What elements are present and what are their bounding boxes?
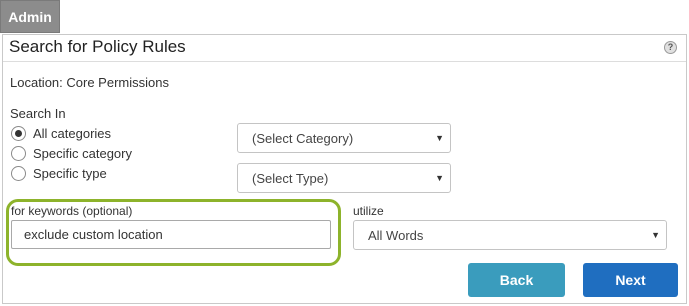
- radio-label: Specific type: [33, 166, 107, 181]
- radio-label: Specific category: [33, 146, 132, 161]
- next-button-label: Next: [615, 272, 646, 288]
- radio-button[interactable]: [11, 146, 26, 161]
- search-panel: Search for Policy Rules ? Location: Core…: [2, 34, 687, 304]
- back-button-label: Back: [499, 272, 534, 288]
- admin-tab-label: Admin: [8, 8, 52, 25]
- category-select-value: (Select Category): [252, 130, 354, 146]
- help-icon[interactable]: ?: [664, 41, 677, 54]
- next-button[interactable]: Next: [583, 263, 678, 297]
- admin-tab[interactable]: Admin: [0, 0, 60, 33]
- radio-button[interactable]: [11, 166, 26, 181]
- utilize-select-value: All Words: [368, 227, 424, 243]
- radio-specific-type[interactable]: Specific type: [11, 166, 107, 181]
- radio-specific-category[interactable]: Specific category: [11, 146, 132, 161]
- page-title: Search for Policy Rules: [9, 37, 186, 56]
- back-button[interactable]: Back: [468, 263, 565, 297]
- utilize-select[interactable]: All Words ▼: [353, 220, 667, 250]
- utilize-label: utilize: [353, 204, 384, 218]
- type-select-value: (Select Type): [252, 170, 329, 186]
- keywords-label: for keywords (optional): [11, 204, 133, 218]
- chevron-down-icon: ▼: [651, 230, 660, 240]
- panel-header: Search for Policy Rules ?: [3, 35, 686, 61]
- category-select[interactable]: (Select Category) ▼: [237, 123, 451, 153]
- header-divider: [3, 61, 686, 62]
- type-select[interactable]: (Select Type) ▼: [237, 163, 451, 193]
- radio-all-categories[interactable]: All categories: [11, 126, 111, 141]
- help-glyph: ?: [667, 42, 674, 52]
- search-in-label: Search In: [10, 106, 66, 121]
- keywords-input[interactable]: exclude custom location: [11, 220, 331, 249]
- radio-label: All categories: [33, 126, 112, 141]
- location-label: Location: Core Permissions: [10, 75, 169, 90]
- radio-button-checked[interactable]: [11, 126, 26, 141]
- chevron-down-icon: ▼: [435, 133, 444, 143]
- chevron-down-icon: ▼: [435, 173, 444, 183]
- keywords-input-value: exclude custom location: [24, 227, 163, 242]
